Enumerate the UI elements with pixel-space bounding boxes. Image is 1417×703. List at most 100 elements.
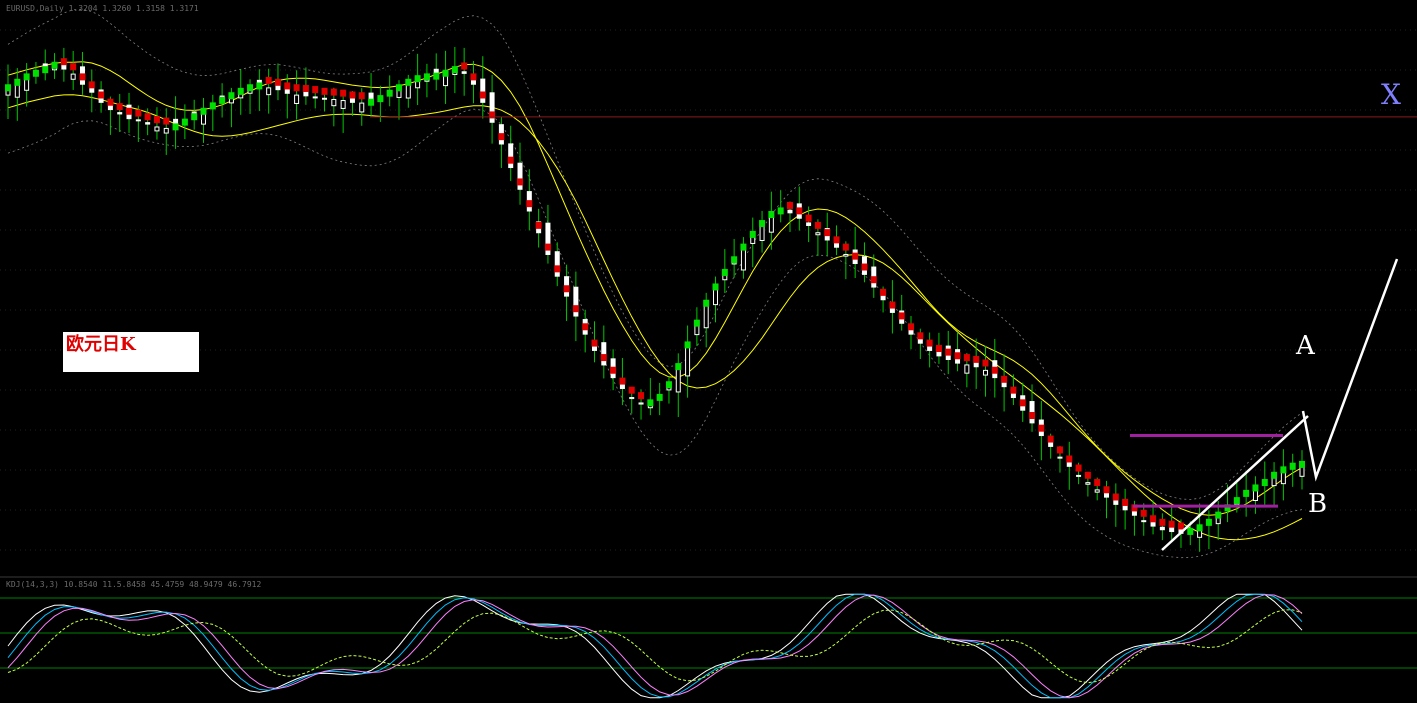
- heiken-block: [1075, 464, 1082, 472]
- heiken-block: [153, 116, 160, 124]
- candle-body: [703, 302, 709, 329]
- candle-body: [294, 94, 300, 104]
- candle-body: [1057, 456, 1063, 459]
- heiken-block: [935, 345, 942, 353]
- candle-body: [1141, 520, 1147, 523]
- heiken-block: [163, 117, 170, 125]
- candle-body: [117, 112, 123, 115]
- osc-ma-line: [7, 609, 1303, 684]
- ma-line-1: [7, 61, 1303, 516]
- heiken-block: [647, 399, 654, 407]
- candle-body: [508, 143, 514, 169]
- heiken-block: [693, 319, 700, 327]
- candle-body: [1094, 489, 1100, 493]
- candle-body: [1048, 441, 1054, 447]
- heiken-block: [544, 243, 551, 251]
- heiken-block: [451, 66, 458, 74]
- heiken-block: [302, 84, 309, 92]
- heiken-block: [5, 84, 11, 92]
- heiken-block: [1019, 399, 1026, 407]
- heiken-block: [368, 98, 375, 106]
- heiken-block: [1243, 489, 1250, 497]
- heiken-block: [433, 72, 440, 80]
- band-line-upper: [7, 8, 1303, 500]
- heiken-block: [610, 366, 617, 374]
- projection-path: [1301, 258, 1399, 482]
- heiken-block: [14, 78, 21, 86]
- heiken-block: [181, 118, 188, 126]
- candle-body: [1085, 482, 1091, 485]
- heiken-block: [517, 178, 524, 186]
- heiken-block: [638, 392, 645, 400]
- heiken-block: [209, 102, 216, 110]
- heiken-block: [284, 82, 291, 90]
- heiken-block: [591, 339, 598, 347]
- heiken-block: [470, 73, 477, 81]
- heiken-block: [1056, 446, 1063, 454]
- heiken-block: [1177, 522, 1184, 530]
- osc-d-line: [7, 593, 1303, 699]
- candle-body: [266, 87, 272, 96]
- candle-body: [340, 100, 346, 109]
- heiken-block: [600, 354, 607, 362]
- heiken-block: [461, 62, 468, 70]
- heiken-block: [98, 91, 105, 99]
- heiken-block: [554, 265, 561, 273]
- heiken-block: [340, 89, 347, 97]
- bollinger-bands: [7, 8, 1303, 559]
- heiken-block: [842, 243, 849, 251]
- heiken-block: [1010, 386, 1017, 394]
- heiken-block: [954, 352, 961, 360]
- heiken-block: [1029, 412, 1036, 420]
- heiken-block: [814, 221, 821, 229]
- candle-body: [554, 251, 560, 277]
- heiken-block: [107, 98, 114, 106]
- heiken-block: [1299, 460, 1305, 468]
- heiken-block: [191, 113, 198, 121]
- heiken-block: [1271, 471, 1278, 479]
- heiken-ashi-overlay: [5, 58, 1305, 535]
- candle-body: [917, 338, 923, 344]
- candle-body: [601, 342, 607, 366]
- heiken-block: [219, 96, 226, 104]
- candle-body: [135, 119, 141, 122]
- heiken-block: [228, 92, 235, 100]
- candle-body: [359, 102, 365, 113]
- heiken-block: [32, 69, 39, 77]
- heiken-block: [1150, 515, 1157, 523]
- candle-body: [154, 126, 160, 132]
- heiken-block: [70, 63, 77, 71]
- heiken-block: [721, 268, 728, 276]
- heiken-block: [1252, 484, 1259, 492]
- heiken-block: [824, 229, 831, 237]
- heiken-block: [526, 200, 533, 208]
- moving-averages: [7, 61, 1303, 541]
- candle-body: [1131, 511, 1137, 516]
- heiken-block: [563, 285, 570, 293]
- heiken-block: [991, 366, 998, 374]
- heiken-block: [1001, 375, 1008, 383]
- candle-body: [163, 127, 169, 134]
- heiken-block: [1112, 493, 1119, 501]
- heiken-block: [1084, 471, 1091, 479]
- heiken-block: [768, 211, 775, 219]
- heiken-block: [479, 91, 486, 99]
- candle-body: [685, 344, 691, 377]
- candle-body: [480, 78, 486, 103]
- candle-body: [1159, 526, 1165, 531]
- symbol-header: EURUSD,Daily 1.3204 1.3260 1.3158 1.3171: [6, 4, 199, 13]
- candle-body: [1104, 492, 1110, 498]
- label-a: A: [1295, 331, 1316, 361]
- candle-body: [675, 366, 681, 393]
- candle-body: [787, 209, 793, 214]
- candle-body: [145, 122, 151, 125]
- heiken-block: [982, 359, 989, 367]
- heiken-block: [1159, 518, 1166, 526]
- heiken-block: [582, 323, 589, 331]
- heiken-block: [358, 92, 365, 100]
- heiken-block: [1140, 509, 1147, 517]
- heiken-block: [321, 87, 328, 95]
- heiken-block: [572, 305, 579, 313]
- heiken-block: [489, 111, 496, 119]
- heiken-block: [861, 263, 868, 271]
